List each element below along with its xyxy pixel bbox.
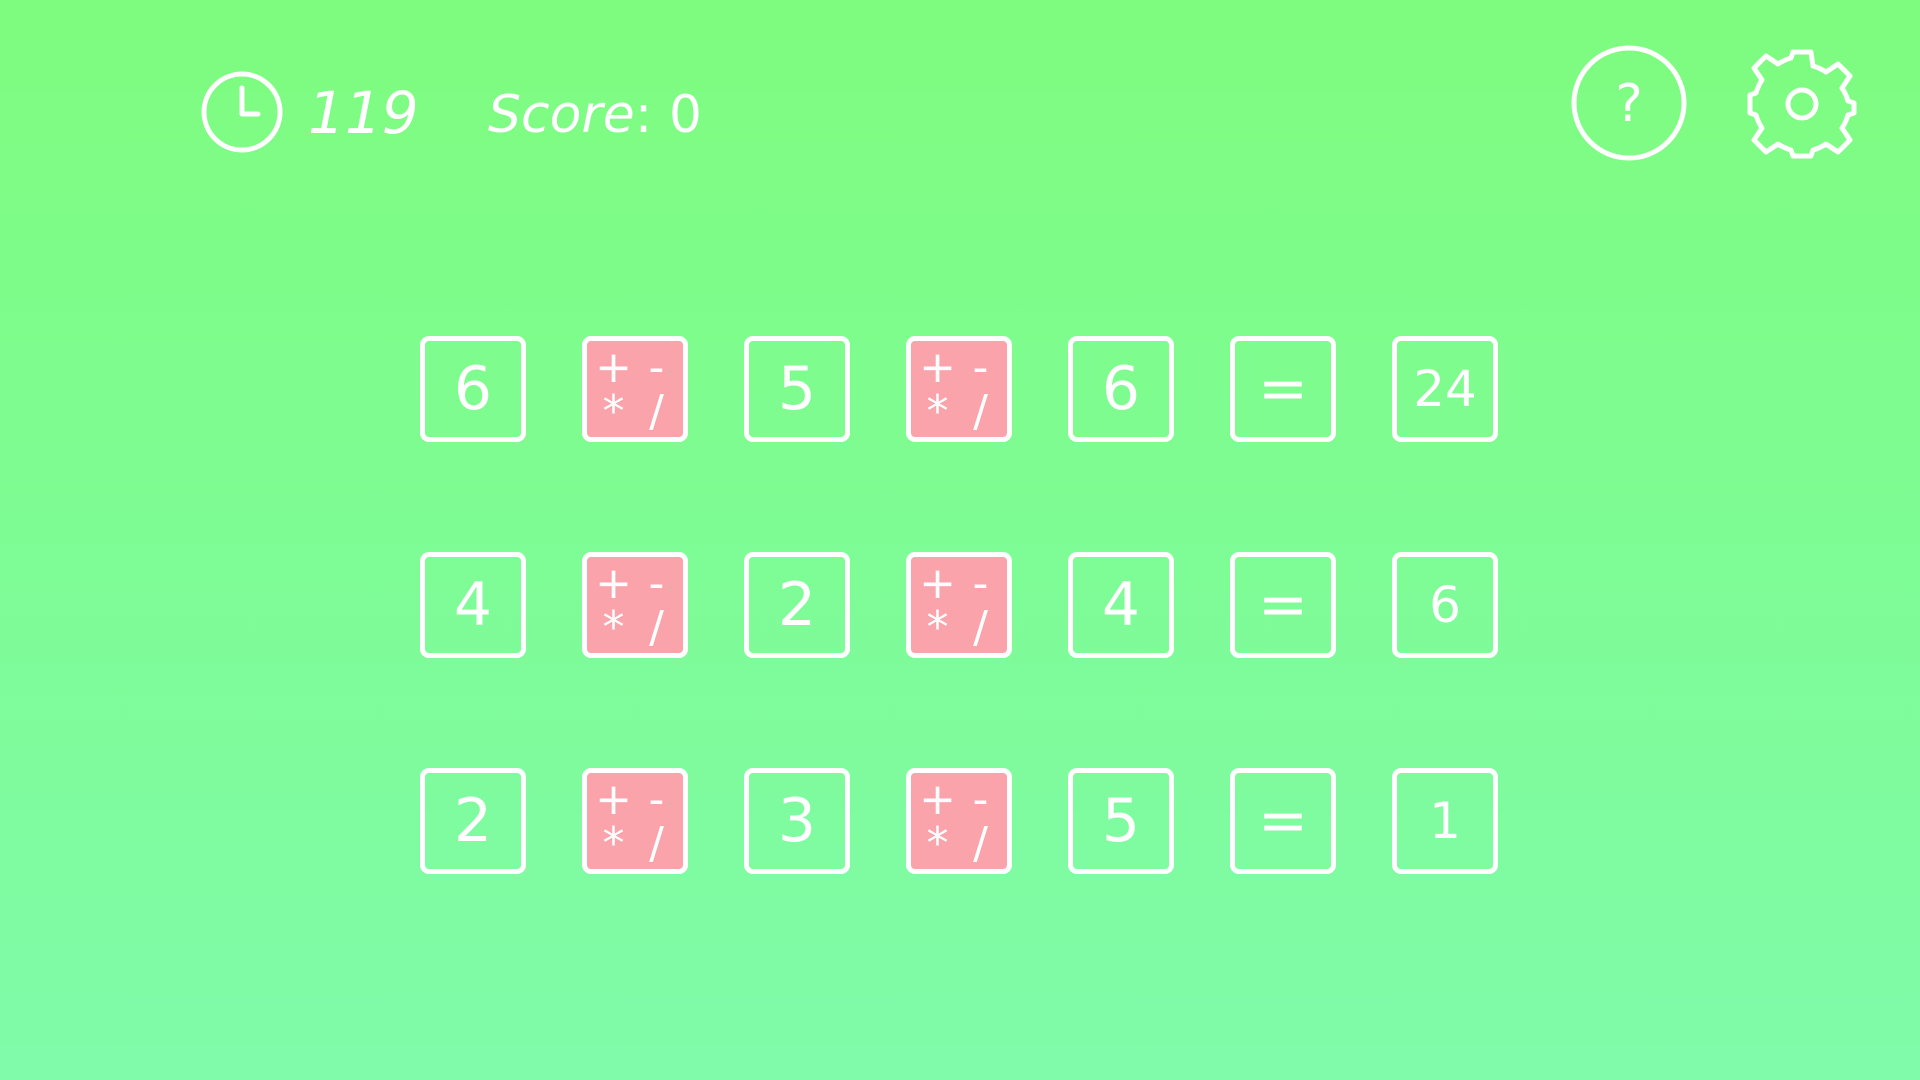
plus-sign: + — [595, 774, 632, 825]
minus-sign: - — [972, 342, 989, 393]
number-tile: 4 — [420, 552, 526, 658]
divide-sign: / — [649, 602, 664, 653]
gear-icon — [1747, 49, 1857, 159]
minus-sign: - — [648, 774, 665, 825]
equals-tile: = — [1230, 336, 1336, 442]
minus-sign: - — [648, 558, 665, 609]
operator-tile[interactable]: + - * / — [906, 336, 1012, 442]
target-tile: 6 — [1392, 552, 1498, 658]
number-tile: 5 — [1068, 768, 1174, 874]
target-tile: 24 — [1392, 336, 1498, 442]
equals-tile: = — [1230, 768, 1336, 874]
multiply-sign: * — [926, 818, 949, 869]
clock-icon — [201, 71, 283, 153]
operator-tile[interactable]: + - * / — [582, 336, 688, 442]
target-tile: 1 — [1392, 768, 1498, 874]
multiply-sign: * — [926, 386, 949, 437]
minus-sign: - — [972, 558, 989, 609]
plus-sign: + — [919, 558, 956, 609]
score-display: Score: 0 — [488, 80, 702, 150]
multiply-sign: * — [602, 386, 625, 437]
plus-sign: + — [595, 558, 632, 609]
equation-row: 6 + - * / 5 + - * / 6 = 24 — [420, 336, 1500, 442]
number-tile: 6 — [1068, 336, 1174, 442]
number-tile: 2 — [744, 552, 850, 658]
divide-sign: / — [649, 818, 664, 869]
score-label: Score — [488, 85, 635, 145]
help-button[interactable]: ? — [1570, 44, 1688, 162]
divide-sign: / — [973, 386, 988, 437]
multiply-sign: * — [926, 602, 949, 653]
timer-value: 119 — [308, 79, 419, 147]
multiply-sign: * — [602, 818, 625, 869]
equation-row: 4 + - * / 2 + - * / 4 = 6 — [420, 552, 1500, 658]
number-tile: 2 — [420, 768, 526, 874]
operator-tile[interactable]: + - * / — [582, 768, 688, 874]
score-value: 0 — [668, 85, 702, 145]
operator-tile[interactable]: + - * / — [906, 552, 1012, 658]
equals-tile: = — [1230, 552, 1336, 658]
minus-sign: - — [972, 774, 989, 825]
divide-sign: / — [973, 602, 988, 653]
operator-tile[interactable]: + - * / — [906, 768, 1012, 874]
number-tile: 4 — [1068, 552, 1174, 658]
divide-sign: / — [973, 818, 988, 869]
divide-sign: / — [649, 386, 664, 437]
number-tile: 6 — [420, 336, 526, 442]
plus-sign: + — [919, 342, 956, 393]
score-separator: : — [634, 85, 653, 145]
minus-sign: - — [648, 342, 665, 393]
help-label: ? — [1615, 74, 1643, 134]
equation-row: 2 + - * / 3 + - * / 5 = 1 — [420, 768, 1500, 874]
number-tile: 5 — [744, 336, 850, 442]
plus-sign: + — [595, 342, 632, 393]
plus-sign: + — [919, 774, 956, 825]
settings-button[interactable] — [1742, 44, 1862, 164]
multiply-sign: * — [602, 602, 625, 653]
operator-tile[interactable]: + - * / — [582, 552, 688, 658]
number-tile: 3 — [744, 768, 850, 874]
